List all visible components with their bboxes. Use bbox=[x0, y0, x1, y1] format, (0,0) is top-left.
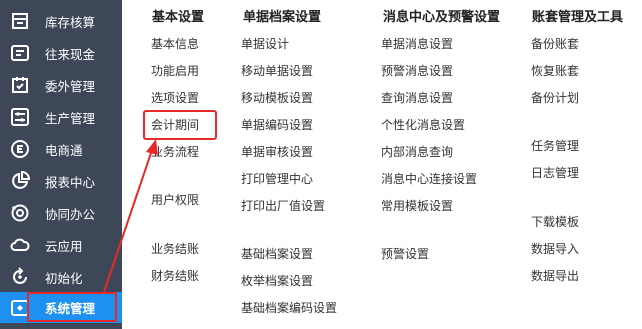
annotation-arrow bbox=[103, 139, 158, 293]
